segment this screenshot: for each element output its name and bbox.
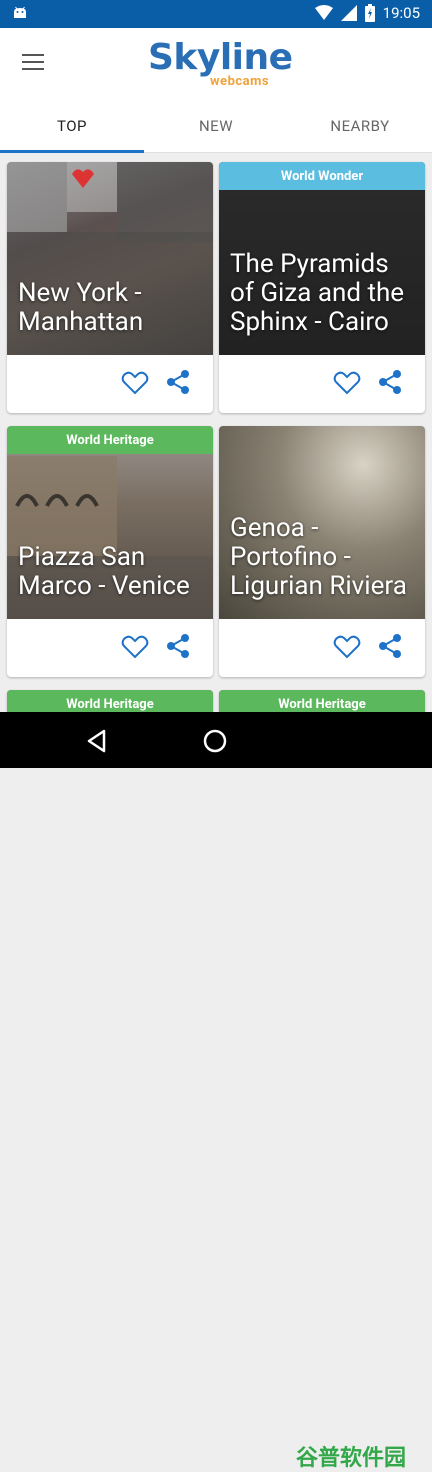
share-icon[interactable] bbox=[165, 369, 191, 395]
tab-top[interactable]: TOP bbox=[0, 100, 144, 153]
webcam-card[interactable]: World Wonder The Pyramids of Giza and th… bbox=[219, 162, 425, 413]
category-badge: World Heritage bbox=[7, 690, 213, 712]
favorite-heart-icon[interactable] bbox=[121, 635, 149, 659]
webcam-title: The Pyramids of Giza and the Sphinx - Ca… bbox=[230, 249, 405, 337]
home-icon[interactable] bbox=[202, 728, 228, 754]
favorite-heart-icon[interactable] bbox=[333, 635, 361, 659]
webcam-card[interactable]: World Heritage Piazza San Marco - Venice bbox=[7, 426, 213, 677]
webcam-card[interactable]: World Heritage bbox=[7, 690, 213, 712]
favorite-heart-icon[interactable] bbox=[333, 371, 361, 395]
category-badge: World Heritage bbox=[219, 690, 425, 712]
status-time: 19:05 bbox=[382, 4, 420, 22]
battery-icon bbox=[364, 4, 375, 22]
webcam-title: Piazza San Marco - Venice bbox=[18, 542, 190, 601]
webcam-title: New York - Manhattan bbox=[18, 278, 144, 337]
webcam-thumbnail[interactable]: World Wonder The Pyramids of Giza and th… bbox=[219, 162, 425, 355]
tab-nearby[interactable]: NEARBY bbox=[288, 100, 432, 152]
category-badge: World Wonder bbox=[219, 162, 425, 190]
webcam-card[interactable]: New York - Manhattan bbox=[7, 162, 213, 413]
share-icon[interactable] bbox=[377, 369, 403, 395]
webcam-title: Genoa - Portofino - Ligurian Riviera bbox=[230, 513, 407, 601]
navigation-bar: 谷普软件园 bbox=[0, 712, 432, 1471]
card-actions bbox=[219, 355, 425, 413]
menu-button[interactable] bbox=[22, 54, 44, 70]
favorite-heart-icon[interactable] bbox=[121, 371, 149, 395]
webcam-thumbnail[interactable]: World Heritage bbox=[219, 690, 425, 712]
android-icon bbox=[14, 6, 26, 18]
webcam-thumbnail[interactable]: World Heritage bbox=[7, 690, 213, 712]
category-badge: World Heritage bbox=[7, 426, 213, 454]
share-icon[interactable] bbox=[165, 633, 191, 659]
wifi-icon bbox=[314, 5, 333, 20]
webcam-card[interactable]: World Heritage bbox=[219, 690, 425, 712]
logo-sub: webcams bbox=[210, 74, 270, 89]
tab-new[interactable]: NEW bbox=[144, 100, 288, 152]
webcam-grid: New York - Manhattan World Wonder The Py… bbox=[0, 152, 432, 712]
card-actions bbox=[219, 619, 425, 677]
status-bar: 19:05 bbox=[0, 0, 432, 28]
watermark-text: 谷普软件园 bbox=[296, 1446, 407, 1471]
card-actions bbox=[7, 619, 213, 677]
tab-bar: TOP NEW NEARBY bbox=[0, 100, 432, 153]
webcam-thumbnail[interactable]: Genoa - Portofino - Ligurian Riviera bbox=[219, 426, 425, 619]
card-actions bbox=[7, 355, 213, 413]
webcam-card[interactable]: Genoa - Portofino - Ligurian Riviera bbox=[219, 426, 425, 677]
webcam-thumbnail[interactable]: World Heritage Piazza San Marco - Venice bbox=[7, 426, 213, 619]
share-icon[interactable] bbox=[377, 633, 403, 659]
logo-main: Skyline bbox=[148, 37, 293, 78]
app-logo: Skyline webcams bbox=[148, 37, 293, 90]
signal-icon bbox=[340, 5, 357, 21]
back-icon[interactable] bbox=[84, 728, 110, 754]
app-bar: Skyline webcams bbox=[0, 28, 432, 100]
webcam-thumbnail[interactable]: New York - Manhattan bbox=[7, 162, 213, 355]
